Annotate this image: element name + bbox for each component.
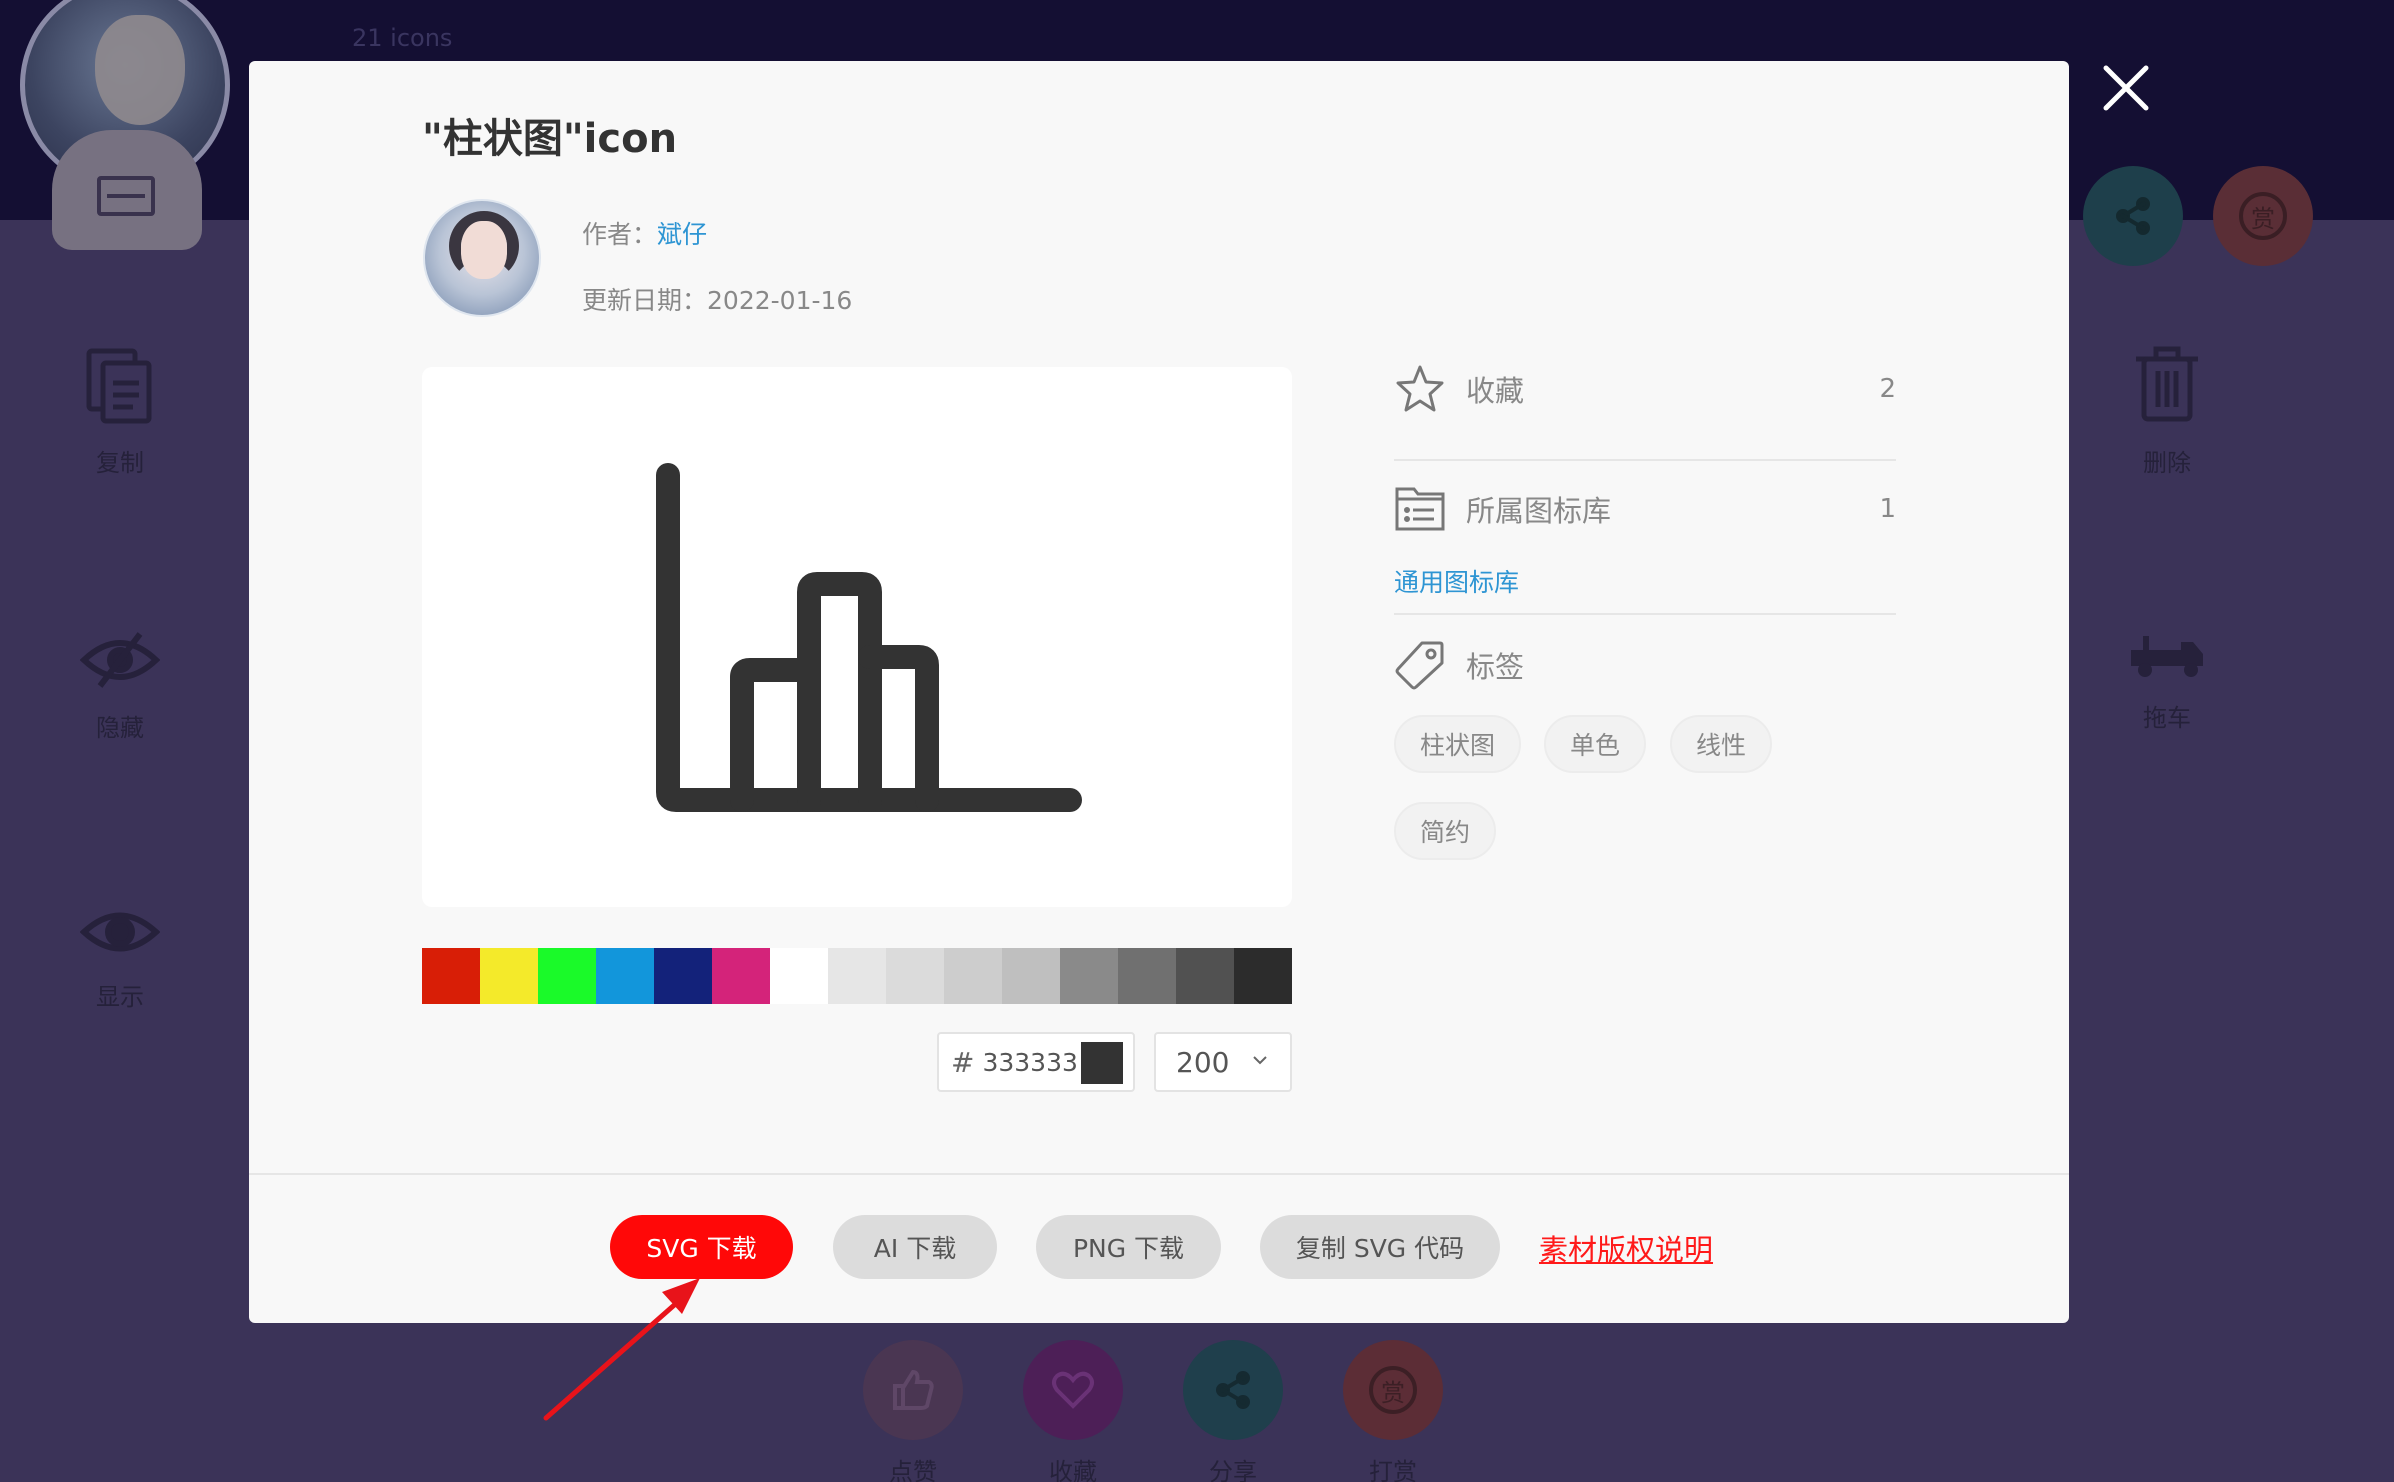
library-row: 所属图标库 1 bbox=[1394, 485, 1896, 533]
share-label: 分享 bbox=[1209, 1458, 1257, 1482]
date-value: 2022-01-16 bbox=[707, 286, 853, 315]
author-row: 作者：斌仔 bbox=[582, 215, 707, 251]
copy-action[interactable]: 复制 bbox=[50, 345, 190, 478]
color-swatch[interactable] bbox=[1060, 948, 1118, 1004]
divider bbox=[1394, 613, 1896, 615]
icon-preview bbox=[422, 367, 1292, 907]
divider bbox=[1394, 459, 1896, 461]
like-button[interactable] bbox=[863, 1340, 963, 1440]
modal-title: "柱状图"icon bbox=[422, 116, 678, 162]
color-swatch[interactable] bbox=[1002, 948, 1060, 1004]
share-icon bbox=[2116, 197, 2150, 235]
thumbs-up-icon bbox=[893, 1369, 934, 1410]
update-date-row: 更新日期：2022-01-16 bbox=[582, 281, 852, 317]
date-label: 更新日期： bbox=[582, 286, 708, 315]
tag-chip[interactable]: 线性 bbox=[1670, 715, 1773, 773]
hash-symbol: # bbox=[951, 1045, 975, 1079]
svg-download-button[interactable]: SVG 下载 bbox=[610, 1215, 793, 1279]
size-value: 200 bbox=[1176, 1045, 1230, 1079]
truck-icon bbox=[2131, 636, 2203, 677]
author-link[interactable]: 斌仔 bbox=[657, 220, 707, 249]
heart-icon bbox=[1052, 1371, 1094, 1409]
color-swatch[interactable] bbox=[538, 948, 596, 1004]
favorites-label: 收藏 bbox=[1466, 374, 1525, 408]
hide-action[interactable]: 隐藏 bbox=[50, 630, 190, 743]
delete-label: 删除 bbox=[2143, 449, 2191, 477]
author-label: 作者： bbox=[582, 220, 658, 249]
library-list-icon bbox=[1395, 487, 1445, 531]
tag-chip[interactable]: 单色 bbox=[1544, 715, 1647, 773]
tags-label: 标签 bbox=[1466, 650, 1525, 684]
favorite-button[interactable] bbox=[1023, 1340, 1123, 1440]
color-swatch[interactable] bbox=[654, 948, 712, 1004]
png-download-button[interactable]: PNG 下载 bbox=[1036, 1215, 1221, 1279]
author-avatar[interactable] bbox=[423, 199, 541, 317]
share-icon bbox=[1216, 1371, 1250, 1409]
close-icon[interactable] bbox=[2100, 62, 2152, 114]
icon-count: 21 icons bbox=[352, 24, 453, 52]
reward-label: 打赏 bbox=[1369, 1458, 1417, 1482]
bar-chart-icon bbox=[656, 463, 1082, 812]
copy-svg-code-button[interactable]: 复制 SVG 代码 bbox=[1260, 1215, 1500, 1279]
color-swatch[interactable] bbox=[944, 948, 1002, 1004]
delete-action[interactable]: 删除 bbox=[2097, 345, 2237, 478]
reward-button[interactable]: 赏 bbox=[1343, 1340, 1443, 1440]
tag-chip[interactable]: 柱状图 bbox=[1394, 715, 1522, 773]
copy-label: 复制 bbox=[96, 449, 144, 477]
color-swatch[interactable] bbox=[480, 948, 538, 1004]
hide-label: 隐藏 bbox=[96, 714, 144, 742]
reward-icon: 赏 bbox=[2239, 192, 2287, 240]
size-select[interactable]: 200 bbox=[1154, 1032, 1292, 1092]
hex-value: 333333 bbox=[982, 1047, 1078, 1077]
badge-icon bbox=[97, 176, 155, 216]
tag-chip[interactable]: 简约 bbox=[1394, 802, 1497, 860]
favorites-row[interactable]: 收藏 2 bbox=[1394, 363, 1896, 415]
library-label: 所属图标库 bbox=[1466, 494, 1612, 528]
footer-divider bbox=[249, 1173, 2069, 1175]
tag-icon bbox=[1395, 641, 1444, 690]
ai-download-button[interactable]: AI 下载 bbox=[833, 1215, 997, 1279]
header-reward-button[interactable]: 赏 bbox=[2213, 166, 2313, 266]
tow-label: 拖车 bbox=[2143, 704, 2191, 732]
color-swatch[interactable] bbox=[422, 948, 480, 1004]
library-count: 1 bbox=[1879, 494, 1896, 524]
copy-icon bbox=[86, 348, 152, 424]
color-swatch[interactable] bbox=[886, 948, 944, 1004]
library-link[interactable]: 通用图标库 bbox=[1394, 563, 1519, 599]
header-share-button[interactable] bbox=[2083, 166, 2183, 266]
show-label: 显示 bbox=[96, 983, 144, 1011]
tow-action[interactable]: 拖车 bbox=[2097, 630, 2237, 733]
color-swatch[interactable] bbox=[1118, 948, 1176, 1004]
trash-icon bbox=[2136, 346, 2198, 422]
color-swatch[interactable] bbox=[770, 948, 828, 1004]
chevron-down-icon bbox=[1253, 1056, 1267, 1065]
star-icon bbox=[1396, 365, 1444, 412]
color-swatch[interactable] bbox=[596, 948, 654, 1004]
favorites-count: 2 bbox=[1879, 374, 1896, 404]
reward-icon: 赏 bbox=[1369, 1366, 1417, 1414]
share-button[interactable] bbox=[1183, 1340, 1283, 1440]
favorite-label: 收藏 bbox=[1049, 1458, 1097, 1482]
show-action[interactable]: 显示 bbox=[50, 905, 190, 1012]
eye-off-icon bbox=[80, 632, 160, 688]
copyright-link[interactable]: 素材版权说明 bbox=[1539, 1227, 1713, 1269]
icon-detail-modal: "柱状图"icon 作者：斌仔 更新日期：2022-01-16 # 333333… bbox=[249, 61, 2069, 1323]
like-label: 点赞 bbox=[889, 1458, 937, 1482]
tags-row: 标签 bbox=[1394, 639, 1896, 691]
color-swatch[interactable] bbox=[1234, 948, 1292, 1004]
color-swatch[interactable] bbox=[1176, 948, 1234, 1004]
color-swatch[interactable] bbox=[828, 948, 886, 1004]
color-palette bbox=[422, 948, 1292, 1004]
eye-icon bbox=[80, 912, 160, 952]
hex-color-input[interactable]: # 333333 bbox=[937, 1032, 1135, 1092]
color-swatch[interactable] bbox=[712, 948, 770, 1004]
color-chip[interactable] bbox=[1081, 1042, 1123, 1084]
